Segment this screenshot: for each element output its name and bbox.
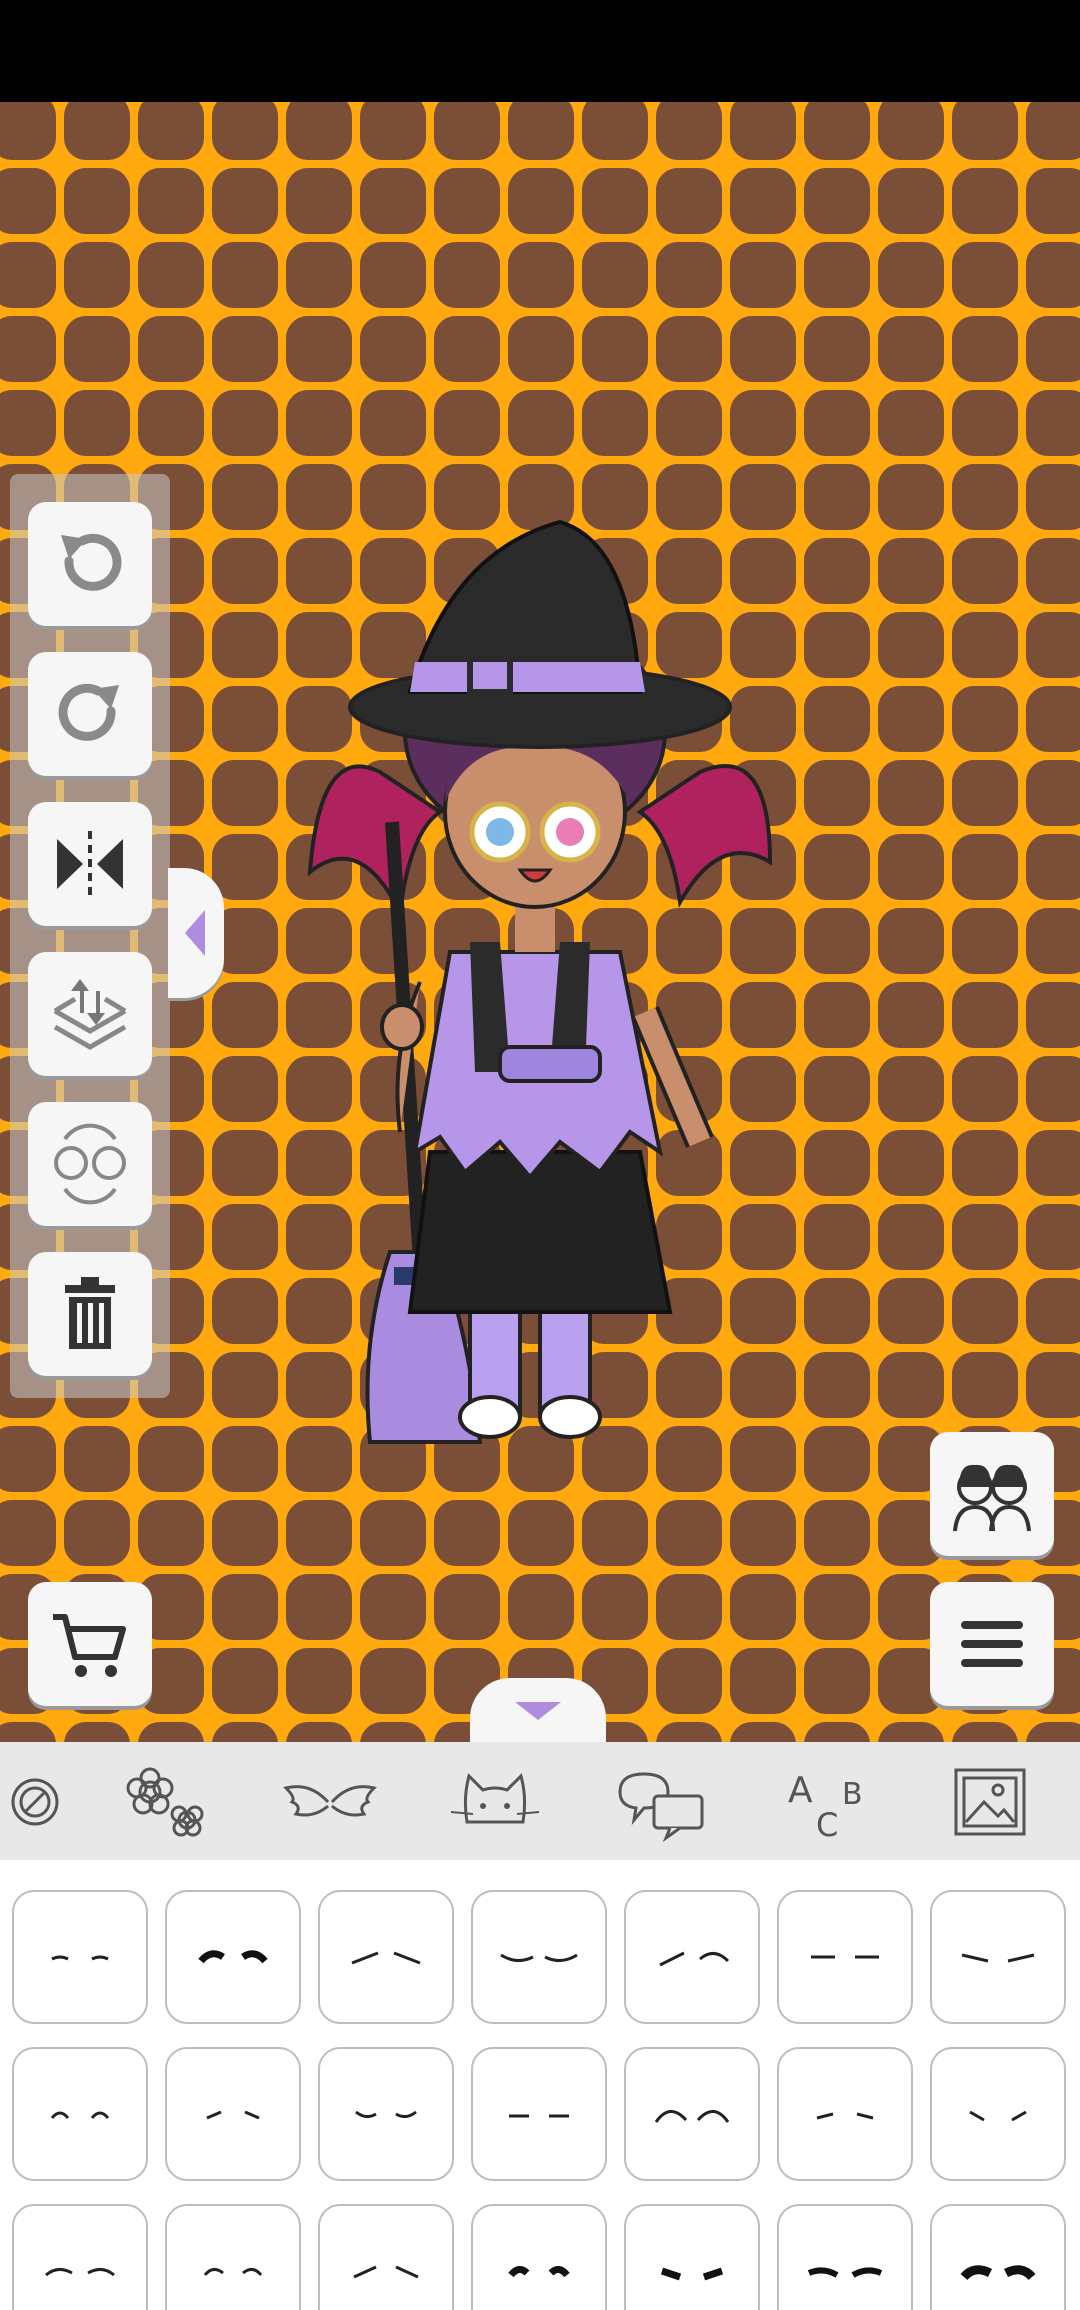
eyebrow-option[interactable] bbox=[471, 2047, 607, 2181]
undo-icon bbox=[61, 533, 122, 591]
eyebrow-option[interactable] bbox=[930, 1890, 1066, 2024]
redo-button[interactable] bbox=[28, 652, 152, 776]
category-wings[interactable] bbox=[275, 1762, 385, 1842]
eyebrow-preview bbox=[654, 2110, 730, 2123]
character-avatar[interactable] bbox=[300, 512, 780, 1462]
hamburger-menu-icon bbox=[961, 1621, 1023, 1667]
swap-character-button[interactable] bbox=[28, 1102, 152, 1226]
eyebrow-option[interactable] bbox=[165, 2047, 301, 2181]
background-image-icon bbox=[954, 1768, 1026, 1836]
eyebrow-preview bbox=[807, 2267, 883, 2278]
chevron-down-icon bbox=[515, 1702, 561, 1720]
eyebrow-preview bbox=[198, 1950, 268, 1964]
eyebrow-option[interactable] bbox=[165, 1890, 301, 2024]
delete-button[interactable] bbox=[28, 1252, 152, 1376]
characters-icon bbox=[953, 1464, 1031, 1532]
speech-bubble-icon bbox=[618, 1772, 704, 1842]
eyebrow-preview bbox=[660, 2267, 724, 2281]
flip-horizontal-icon bbox=[57, 831, 123, 897]
category-speech-bubble[interactable] bbox=[605, 1762, 715, 1842]
eyebrow-preview bbox=[500, 1953, 578, 1962]
category-text[interactable]: ABC bbox=[775, 1762, 885, 1842]
eyebrow-option[interactable] bbox=[318, 2047, 454, 2181]
cart-icon bbox=[53, 1614, 126, 1677]
eyebrow-option[interactable] bbox=[624, 2047, 760, 2181]
flip-button[interactable] bbox=[28, 802, 152, 926]
eyebrow-preview bbox=[206, 2110, 260, 2120]
eyebrow-option[interactable] bbox=[12, 2204, 148, 2310]
eyebrow-option[interactable] bbox=[930, 2047, 1066, 2181]
eyebrow-preview bbox=[45, 2268, 115, 2277]
toolbar-collapse-tab[interactable] bbox=[168, 868, 224, 998]
eyebrow-option[interactable] bbox=[624, 1890, 760, 2024]
eyebrow-preview bbox=[659, 1951, 730, 1967]
eyebrow-option[interactable] bbox=[12, 2047, 148, 2181]
eyebrow-preview bbox=[960, 2265, 1036, 2281]
category-flowers[interactable] bbox=[110, 1762, 220, 1842]
eyebrow-option[interactable] bbox=[318, 2204, 454, 2310]
eyebrow-option[interactable] bbox=[165, 2204, 301, 2310]
eyebrow-option[interactable] bbox=[930, 2204, 1066, 2310]
svg-text:C: C bbox=[816, 1806, 838, 1842]
eyebrow-preview bbox=[509, 2114, 569, 2118]
dressup-canvas[interactable] bbox=[0, 102, 1080, 1742]
circle-accessory-icon bbox=[11, 1778, 59, 1826]
eyebrow-preview bbox=[961, 1953, 1035, 1963]
redo-icon bbox=[58, 683, 119, 741]
flowers-icon bbox=[126, 1767, 204, 1837]
eyebrow-preview bbox=[508, 2266, 570, 2278]
characters-button[interactable] bbox=[930, 1432, 1054, 1556]
eyebrow-option[interactable] bbox=[12, 1890, 148, 2024]
eyebrow-option[interactable] bbox=[624, 2204, 760, 2310]
layer-order-icon bbox=[53, 979, 127, 1050]
eyebrow-preview bbox=[51, 1955, 109, 1961]
eyebrow-preview bbox=[353, 2265, 419, 2279]
panel-toggle-tab[interactable] bbox=[470, 1678, 606, 1742]
category-bar: ABC bbox=[0, 1742, 1080, 1860]
svg-text:A: A bbox=[788, 1770, 813, 1811]
eyebrow-preview bbox=[203, 2268, 263, 2276]
status-bar bbox=[0, 0, 1080, 102]
wings-icon bbox=[283, 1785, 377, 1817]
eyebrow-preview bbox=[969, 2110, 1027, 2122]
svg-text:B: B bbox=[842, 1777, 863, 1812]
edit-toolbar bbox=[10, 474, 170, 1398]
eyebrow-options-grid bbox=[0, 1860, 1080, 2310]
eyebrow-preview bbox=[50, 2111, 110, 2119]
menu-button[interactable] bbox=[930, 1582, 1054, 1706]
swap-character-icon bbox=[54, 1123, 126, 1205]
eyebrow-option[interactable] bbox=[777, 2204, 913, 2310]
trash-icon bbox=[65, 1277, 115, 1349]
eyebrow-option[interactable] bbox=[471, 2204, 607, 2310]
eyebrow-option[interactable] bbox=[471, 1890, 607, 2024]
cat-pet-icon bbox=[450, 1773, 540, 1824]
chevron-left-icon bbox=[185, 910, 205, 956]
layer-order-button[interactable] bbox=[28, 952, 152, 1076]
eyebrow-option[interactable] bbox=[777, 1890, 913, 2024]
eyebrow-preview bbox=[811, 1955, 879, 1959]
undo-button[interactable] bbox=[28, 502, 152, 626]
category-background[interactable] bbox=[935, 1762, 1045, 1842]
shop-button[interactable] bbox=[28, 1582, 152, 1706]
eyebrow-option[interactable] bbox=[777, 2047, 913, 2181]
eyebrow-preview bbox=[816, 2112, 874, 2120]
category-pets[interactable] bbox=[440, 1762, 550, 1842]
eyebrow-preview bbox=[355, 2110, 417, 2119]
text-abc-icon: A BC bbox=[788, 1770, 863, 1842]
eyebrow-preview bbox=[351, 1951, 421, 1965]
eyebrow-option[interactable] bbox=[318, 1890, 454, 2024]
category-accessory[interactable] bbox=[0, 1762, 90, 1842]
